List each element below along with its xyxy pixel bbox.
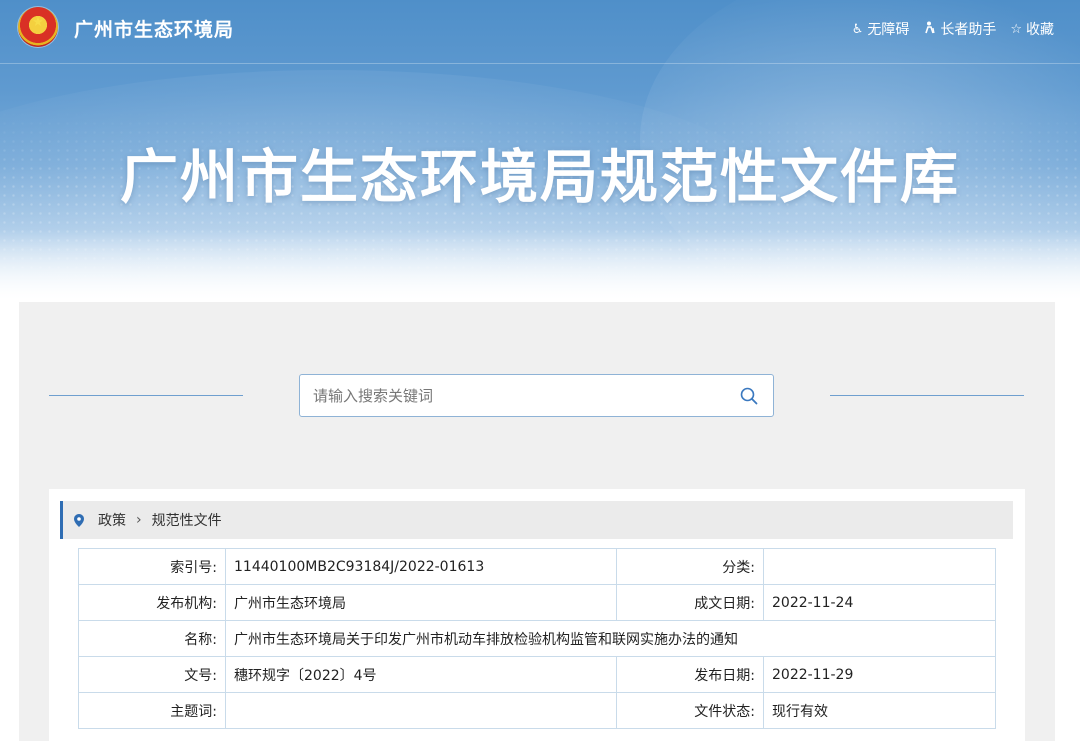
wheelchair-icon: ♿	[851, 21, 864, 37]
top-bar: 广州市生态环境局 ♿ 无障碍 长者助手 ☆ 收藏	[0, 0, 1080, 64]
doc-no-value: 穗环规字〔2022〕4号	[225, 656, 617, 693]
divider-line	[49, 395, 243, 396]
index-no-label: 索引号:	[78, 548, 226, 585]
favorite-label: 收藏	[1026, 22, 1054, 38]
document-info-table: 索引号: 11440100MB2C93184J/2022-01613 分类: 发…	[78, 548, 996, 729]
favorite-button[interactable]: ☆ 收藏	[1010, 19, 1054, 39]
table-row: 文号: 穗环规字〔2022〕4号 发布日期: 2022-11-29	[78, 656, 996, 693]
doc-no-label: 文号:	[78, 656, 226, 693]
main-panel: 政策 › 规范性文件 索引号: 11440100MB2C93184J/2022-…	[19, 302, 1055, 741]
search-input[interactable]	[300, 375, 720, 416]
national-emblem-logo	[18, 7, 58, 47]
breadcrumb-normative-docs-link[interactable]: 规范性文件	[152, 510, 222, 530]
breadcrumb: 政策 › 规范性文件	[60, 501, 1013, 539]
elder-icon	[923, 21, 936, 38]
site-name[interactable]: 广州市生态环境局	[74, 15, 234, 42]
category-value	[763, 548, 996, 585]
index-no-value: 11440100MB2C93184J/2022-01613	[225, 548, 617, 585]
location-pin-icon	[72, 513, 86, 527]
divider-line	[830, 395, 1024, 396]
accessibility-button[interactable]: ♿ 无障碍	[852, 19, 910, 39]
doc-name-label: 名称:	[78, 620, 226, 657]
created-date-label: 成文日期:	[616, 584, 764, 621]
document-info-card: 政策 › 规范性文件 索引号: 11440100MB2C93184J/2022-…	[49, 489, 1025, 741]
category-label: 分类:	[616, 548, 764, 585]
elder-assistant-label: 长者助手	[940, 22, 997, 38]
status-value: 现行有效	[763, 692, 996, 729]
elder-assistant-button[interactable]: 长者助手	[923, 19, 996, 39]
publish-date-value: 2022-11-29	[763, 656, 996, 693]
breadcrumb-policy-link[interactable]: 政策	[98, 510, 126, 530]
publish-date-label: 发布日期:	[616, 656, 764, 693]
star-icon: ☆	[1010, 21, 1022, 37]
table-row: 名称: 广州市生态环境局关于印发广州市机动车排放检验机构监管和联网实施办法的通知	[78, 620, 996, 657]
chevron-right-icon: ›	[136, 512, 142, 528]
search-box	[299, 374, 774, 417]
publisher-label: 发布机构:	[78, 584, 226, 621]
publisher-value: 广州市生态环境局	[225, 584, 617, 621]
table-row: 索引号: 11440100MB2C93184J/2022-01613 分类:	[78, 548, 996, 585]
keywords-value	[225, 692, 617, 729]
status-label: 文件状态:	[616, 692, 764, 729]
search-icon[interactable]	[739, 386, 759, 406]
accessibility-label: 无障碍	[867, 22, 910, 38]
doc-name-value: 广州市生态环境局关于印发广州市机动车排放检验机构监管和联网实施办法的通知	[225, 620, 996, 657]
keywords-label: 主题词:	[78, 692, 226, 729]
page-title: 广州市生态环境局规范性文件库	[119, 143, 960, 211]
header-tools: ♿ 无障碍 长者助手 ☆ 收藏	[852, 19, 1054, 39]
table-row: 发布机构: 广州市生态环境局 成文日期: 2022-11-24	[78, 584, 996, 621]
table-row: 主题词: 文件状态: 现行有效	[78, 692, 996, 729]
created-date-value: 2022-11-24	[763, 584, 996, 621]
header-banner: 广州市生态环境局 ♿ 无障碍 长者助手 ☆ 收藏 广州市生态环境局规范性文件库	[0, 0, 1080, 300]
